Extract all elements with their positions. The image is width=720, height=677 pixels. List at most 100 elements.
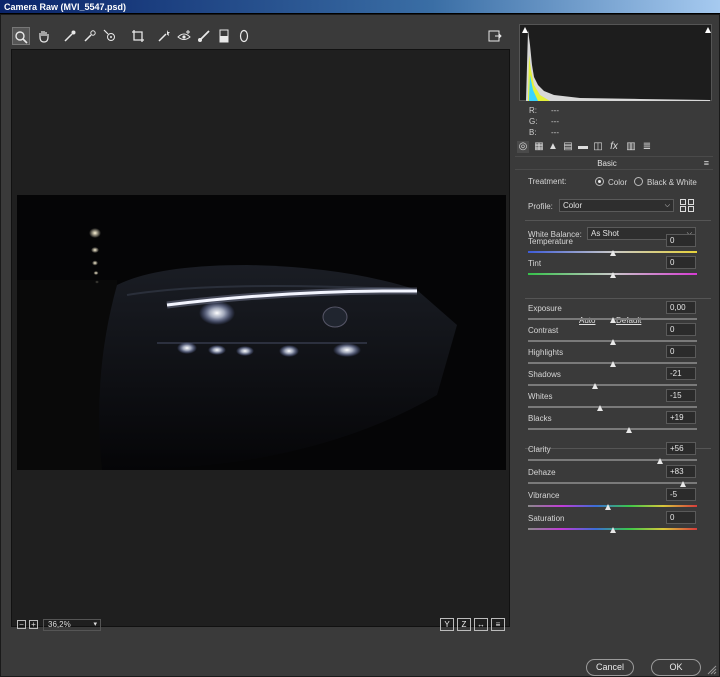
red-eye-icon[interactable] bbox=[175, 27, 193, 45]
whites-slider-thumb[interactable] bbox=[596, 405, 603, 411]
image-preview[interactable] bbox=[11, 49, 510, 627]
zoom-level-select[interactable]: 36,2% ▾ bbox=[43, 619, 101, 631]
shadows-label: Shadows bbox=[528, 370, 561, 379]
eyedropper-icon[interactable] bbox=[61, 27, 79, 45]
crop-icon[interactable] bbox=[129, 27, 147, 45]
blacks-slider-thumb[interactable] bbox=[625, 427, 632, 433]
highlights-slider-thumb[interactable] bbox=[609, 361, 616, 367]
chevron-down-icon: ▾ bbox=[93, 621, 97, 628]
dehaze-slider-thumb[interactable] bbox=[679, 481, 686, 487]
graduated-filter-icon[interactable] bbox=[215, 27, 233, 45]
photo-car-headlight bbox=[17, 195, 506, 470]
profile-browser-icon[interactable] bbox=[680, 199, 694, 212]
swap-view-button[interactable]: ↔ bbox=[474, 618, 488, 631]
b-label: B: bbox=[529, 128, 537, 137]
treatment-label: Treatment: bbox=[528, 177, 567, 186]
hsl-tab-icon[interactable]: ▤ bbox=[562, 141, 574, 153]
panel-title: Basic bbox=[597, 159, 617, 168]
contrast-slider-thumb[interactable] bbox=[609, 339, 616, 345]
vibrance-slider-track[interactable] bbox=[528, 505, 697, 507]
whites-slider-track[interactable] bbox=[528, 406, 697, 408]
hand-icon[interactable] bbox=[35, 27, 53, 45]
vibrance-slider-thumb[interactable] bbox=[605, 504, 612, 510]
exposure-value-field[interactable]: 0,00 bbox=[666, 301, 696, 314]
histogram[interactable] bbox=[519, 24, 712, 101]
tint-slider-thumb[interactable] bbox=[609, 272, 616, 278]
shadows-slider-thumb[interactable] bbox=[591, 383, 598, 389]
panel-tabs: ◎ ▦ ▲ ▤ ▬ ◫ fx ▥ ≣ bbox=[515, 141, 715, 155]
title-bar: Camera Raw (MVI_5547.psd) bbox=[0, 0, 720, 14]
highlights-label: Highlights bbox=[528, 348, 564, 357]
dehaze-label: Dehaze bbox=[528, 468, 556, 477]
treatment-color-radio[interactable] bbox=[595, 177, 604, 186]
divider bbox=[525, 220, 711, 221]
clarity-slider-thumb[interactable] bbox=[656, 458, 663, 464]
clarity-slider-track[interactable] bbox=[528, 459, 697, 461]
clarity-label: Clarity bbox=[528, 445, 551, 454]
dehaze-slider-track[interactable] bbox=[528, 482, 697, 484]
tint-value-field[interactable]: 0 bbox=[666, 256, 696, 269]
chevron-down-icon: ⌵ bbox=[664, 202, 670, 209]
exposure-label: Exposure bbox=[528, 304, 562, 313]
contrast-value-field[interactable]: 0 bbox=[666, 323, 696, 336]
profile-select[interactable]: Color ⌵ bbox=[559, 199, 674, 212]
g-value: --- bbox=[551, 117, 559, 126]
tone-curve-tab-icon[interactable]: ▦ bbox=[533, 141, 545, 153]
view-toggle-z-button[interactable]: Z bbox=[457, 618, 471, 631]
presets-tab-icon[interactable]: ≣ bbox=[641, 141, 653, 153]
zoom-level-value: 36,2% bbox=[48, 620, 71, 629]
zoom-in-button[interactable]: + bbox=[29, 620, 38, 629]
saturation-slider-thumb[interactable] bbox=[609, 527, 616, 533]
panel-menu-icon[interactable]: ≡ bbox=[704, 158, 709, 168]
target-adjust-icon[interactable] bbox=[101, 27, 119, 45]
blacks-value-field[interactable]: +19 bbox=[666, 411, 696, 424]
tint-label: Tint bbox=[528, 259, 542, 268]
treatment-bw-radio[interactable] bbox=[634, 177, 643, 186]
toolbar bbox=[11, 27, 511, 49]
calibration-tab-icon[interactable]: ▥ bbox=[625, 141, 637, 153]
lens-corrections-tab-icon[interactable]: ◫ bbox=[592, 141, 604, 153]
whites-label: Whites bbox=[528, 392, 553, 401]
dehaze-value-field[interactable]: +83 bbox=[666, 465, 696, 478]
view-settings-button[interactable]: ≡ bbox=[491, 618, 505, 631]
resize-grip-icon[interactable] bbox=[705, 663, 717, 675]
highlight-clipping-icon bbox=[705, 27, 711, 33]
temperature-label: Temperature bbox=[528, 237, 573, 246]
b-value: --- bbox=[551, 128, 559, 137]
r-value: --- bbox=[551, 106, 559, 115]
highlights-value-field[interactable]: 0 bbox=[666, 345, 696, 358]
temperature-value-field[interactable]: 0 bbox=[666, 234, 696, 247]
saturation-value-field[interactable]: 0 bbox=[666, 511, 696, 524]
exposure-slider-thumb[interactable] bbox=[609, 317, 616, 323]
vibrance-value-field[interactable]: -5 bbox=[666, 488, 696, 501]
magnifier-icon[interactable] bbox=[12, 27, 30, 45]
color-sampler-icon[interactable] bbox=[81, 27, 99, 45]
blacks-slider-track[interactable] bbox=[528, 428, 697, 430]
cancel-button[interactable]: Cancel bbox=[586, 659, 634, 676]
saturation-label: Saturation bbox=[528, 514, 565, 523]
profile-value: Color bbox=[563, 201, 583, 210]
whites-value-field[interactable]: -15 bbox=[666, 389, 696, 402]
divider bbox=[525, 298, 711, 299]
clarity-value-field[interactable]: +56 bbox=[666, 442, 696, 455]
spot-removal-icon[interactable] bbox=[155, 27, 173, 45]
fullscreen-icon[interactable] bbox=[486, 27, 504, 45]
brush-icon[interactable] bbox=[195, 27, 213, 45]
zoom-bar: − + 36,2% ▾ Y Z ↔ ≡ bbox=[11, 617, 510, 633]
basic-tab-icon[interactable]: ◎ bbox=[517, 141, 529, 153]
detail-tab-icon[interactable]: ▲ bbox=[547, 141, 559, 153]
effects-tab-icon[interactable]: fx bbox=[608, 141, 620, 153]
treatment-color-label: Color bbox=[608, 178, 628, 187]
radial-filter-icon[interactable] bbox=[235, 27, 253, 45]
treatment-bw-label: Black & White bbox=[647, 178, 697, 187]
profile-label: Profile: bbox=[528, 202, 553, 211]
ok-button[interactable]: OK bbox=[651, 659, 701, 676]
zoom-out-button[interactable]: − bbox=[17, 620, 26, 629]
r-label: R: bbox=[529, 106, 537, 115]
blacks-label: Blacks bbox=[528, 414, 552, 423]
shadows-value-field[interactable]: -21 bbox=[666, 367, 696, 380]
temperature-slider-thumb[interactable] bbox=[609, 250, 616, 256]
split-toning-tab-icon[interactable]: ▬ bbox=[577, 141, 589, 153]
view-toggle-y-button[interactable]: Y bbox=[440, 618, 454, 631]
shadows-slider-track[interactable] bbox=[528, 384, 697, 386]
